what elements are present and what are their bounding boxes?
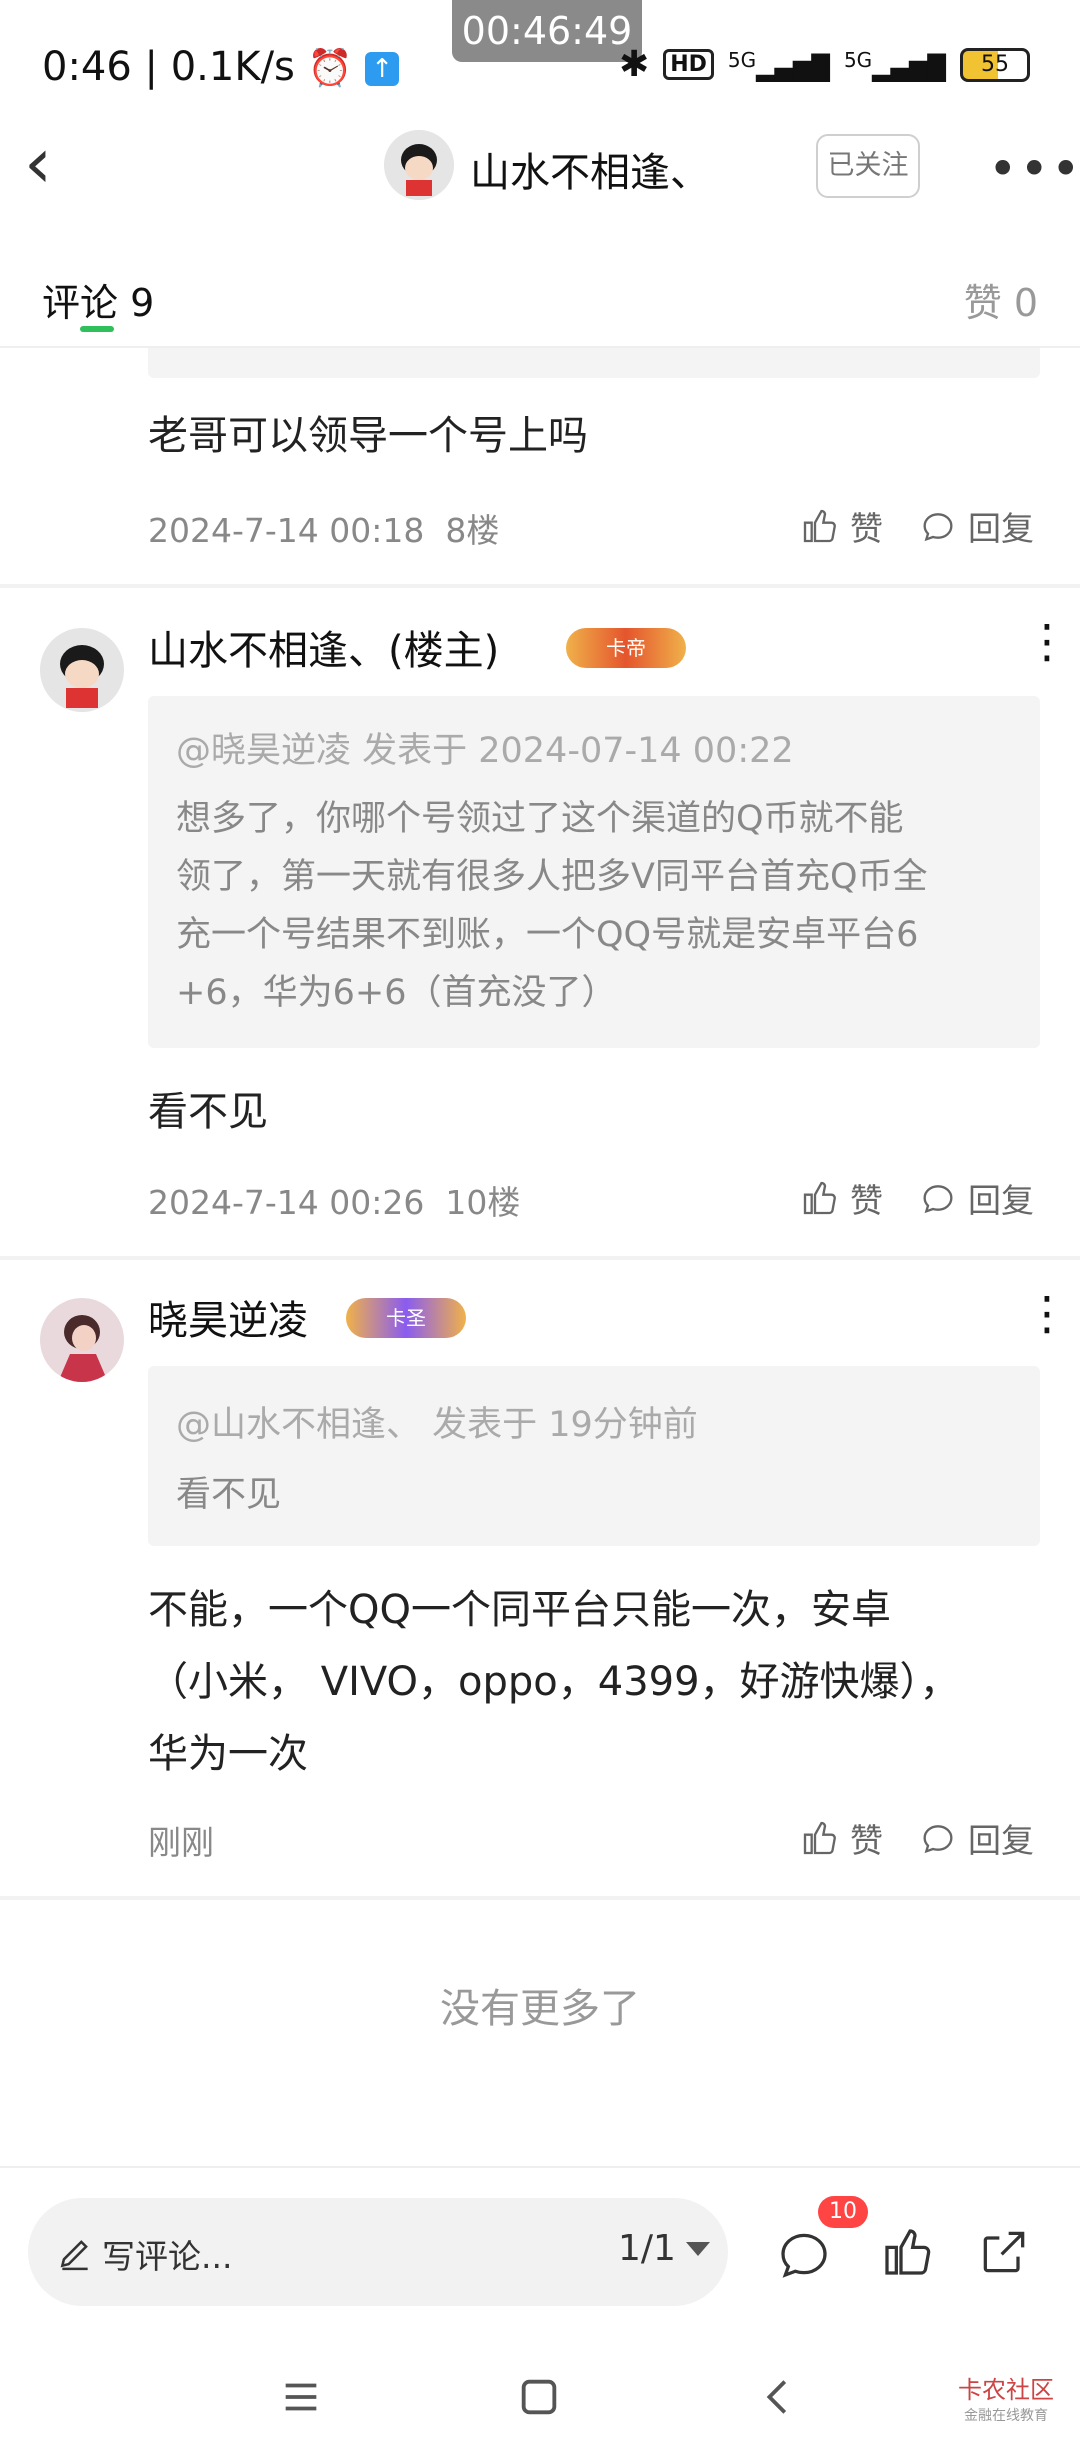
quote-body: 看不见 xyxy=(176,1475,282,1515)
share-icon[interactable] xyxy=(976,2224,1032,2280)
watermark-logo: 卡农社区 金融在线教育 xyxy=(958,2376,1054,2424)
comment-more-icon[interactable]: ⋮ xyxy=(1024,1290,1070,1336)
comment-text: 不能，一个QQ一个同平台只能一次，安卓 （小米， VIVO，oppo，4399，… xyxy=(148,1587,960,1777)
status-icons: ✱ HD 5G▂▄▆█ 5G▂▄▆█ 55 xyxy=(619,44,1030,85)
thumbs-up-icon xyxy=(803,509,836,543)
end-of-list-text: 没有更多了 xyxy=(440,1986,640,2032)
divider xyxy=(0,1256,1080,1260)
signal-icon: 5G▂▄▆█ xyxy=(727,47,830,82)
divider xyxy=(0,2166,1080,2168)
reply-bubble-icon xyxy=(923,1825,953,1854)
avatar[interactable] xyxy=(384,130,454,200)
quote-box-partial xyxy=(148,348,1040,378)
avatar[interactable] xyxy=(40,628,124,712)
reply-button[interactable]: 回复 xyxy=(918,502,1034,550)
like-button[interactable]: 赞 xyxy=(800,1814,883,1862)
comment-author[interactable]: 晓昊逆凌 xyxy=(148,1288,308,1346)
comments-icon[interactable] xyxy=(776,2226,832,2282)
back-nav-icon[interactable] xyxy=(756,2374,802,2420)
menu-icon[interactable] xyxy=(278,2374,324,2420)
reply-button[interactable]: 回复 xyxy=(918,1174,1034,1222)
comment-more-icon[interactable]: ⋮ xyxy=(1024,618,1070,664)
bluetooth-icon: ✱ xyxy=(619,44,650,85)
signal-icon-2: 5G▂▄▆█ xyxy=(843,47,946,82)
like-button[interactable]: 赞 xyxy=(800,502,883,550)
quote-header: @晓昊逆凌 发表于 2024-07-14 00:22 xyxy=(176,731,794,771)
quote-header: @山水不相逢、 发表于 19分钟前 xyxy=(176,1405,698,1445)
alarm-icon: ⏰ xyxy=(307,48,353,89)
level-badge: 卡帝 xyxy=(566,628,686,668)
comment-text: 老哥可以领导一个号上吗 xyxy=(148,413,588,459)
thumbs-up-icon[interactable] xyxy=(880,2224,936,2280)
divider xyxy=(0,1896,1080,1900)
message-count-badge: 10 xyxy=(818,2196,868,2228)
battery-icon: 55 xyxy=(960,47,1030,82)
divider xyxy=(0,584,1080,588)
thumbs-up-icon xyxy=(803,1181,836,1215)
upload-icon: ↑ xyxy=(365,52,400,86)
comment-meta: 2024-7-14 00:26 10楼 xyxy=(148,1183,521,1222)
recording-timer: 00:46:49 xyxy=(452,0,642,62)
tab-comments[interactable]: 评论 9 xyxy=(42,272,154,327)
comment-meta: 2024-7-14 00:18 8楼 xyxy=(148,511,500,550)
header-username[interactable]: 山水不相逢、 xyxy=(470,140,710,198)
level-badge: 卡圣 xyxy=(346,1298,466,1338)
comment-meta: 刚刚 xyxy=(148,1823,214,1862)
home-icon[interactable] xyxy=(516,2374,562,2420)
follow-button[interactable]: 已关注 xyxy=(816,134,920,198)
comment-text: 看不见 xyxy=(148,1089,268,1135)
write-comment-placeholder[interactable]: 写评论... xyxy=(102,2230,232,2278)
hd-icon: HD xyxy=(663,49,714,80)
reply-bubble-icon xyxy=(923,1185,953,1214)
reply-button[interactable]: 回复 xyxy=(918,1814,1034,1862)
thumbs-up-icon xyxy=(803,1821,836,1855)
chevron-down-icon[interactable] xyxy=(686,2242,710,2256)
page-indicator[interactable]: 1/1 xyxy=(618,2228,676,2269)
more-options-icon[interactable]: ••• xyxy=(988,140,1080,198)
tab-indicator xyxy=(80,326,114,332)
back-icon[interactable]: ‹ xyxy=(24,128,52,198)
comment-author[interactable]: 山水不相逢、(楼主) xyxy=(148,618,499,676)
quote-body: 想多了，你哪个号领过了这个渠道的Q币就不能 领了，第一天就有很多人把多V同平台首… xyxy=(176,799,928,1013)
like-button[interactable]: 赞 xyxy=(800,1174,883,1222)
reply-bubble-icon xyxy=(923,513,953,542)
pencil-icon xyxy=(60,2240,88,2271)
avatar[interactable] xyxy=(40,1298,124,1382)
status-time: 0:46 | 0.1K/s ⏰ ↑ xyxy=(42,44,400,90)
quote-box xyxy=(148,1366,1040,1546)
tab-likes[interactable]: 赞 0 xyxy=(964,272,1038,327)
